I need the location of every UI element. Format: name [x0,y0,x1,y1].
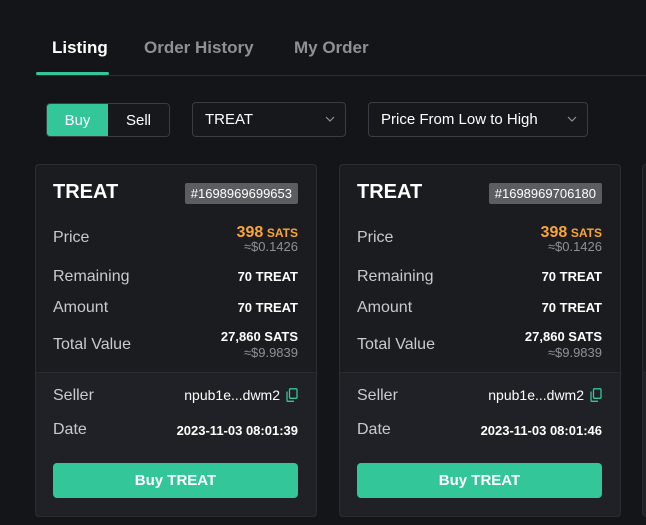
listing-card: TREAT #1698969699653 Price 398 SATS ≈$0.… [35,164,317,517]
side-toggle: Buy Sell [46,103,170,137]
token-name: TREAT [357,181,423,203]
total-value-usd: ≈$9.9839 [243,345,298,360]
total-value-sats: 27,860 SATS [524,329,602,344]
sort-select-value: Price From Low to High [381,111,538,128]
price-unit: SATS [570,226,602,240]
remaining-label: Remaining [357,268,434,285]
active-tab-underline [36,72,109,75]
buy-token-button[interactable]: Buy TREAT [53,463,298,498]
seller-address: npub1e...dwm2 [184,387,280,403]
amount-label: Amount [53,299,109,316]
date-value: 2023-11-03 08:01:39 [176,423,298,438]
remaining-value: 70 TREAT [541,269,602,284]
date-value: 2023-11-03 08:01:46 [480,423,602,438]
total-value-sats: 27,860 SATS [220,329,298,344]
tab-bar: Listing Order History My Order [36,0,646,76]
total-value-label: Total Value [53,336,131,353]
remaining-label: Remaining [53,268,130,285]
seller-address: npub1e...dwm2 [488,387,584,403]
inscription-id-badge: #1698969706180 [488,183,602,204]
tab-order-history[interactable]: Order History [144,38,254,58]
listing-card-details: TREAT #1698969706180 Price 398 SATS ≈$0.… [340,165,620,372]
price-label: Price [53,229,90,246]
seller-value: npub1e...dwm2 [184,387,298,403]
sort-select[interactable]: Price From Low to High [368,102,588,137]
seller-value: npub1e...dwm2 [488,387,602,403]
copy-icon[interactable] [286,388,298,402]
price-usd: ≈$0.1426 [243,239,298,254]
total-value-label: Total Value [357,336,435,353]
price-label: Price [357,229,394,246]
listing-card-partial [642,164,646,517]
sell-toggle-button[interactable]: Sell [108,104,169,136]
copy-icon[interactable] [590,388,602,402]
listing-card-details: TREAT #1698969699653 Price 398 SATS ≈$0.… [36,165,316,372]
market-page: Listing Order History My Order Buy Sell … [0,0,646,525]
date-label: Date [357,421,391,438]
amount-label: Amount [357,299,413,316]
chevron-down-icon [325,116,335,122]
amount-value: 70 TREAT [237,300,298,315]
inscription-id-badge: #1698969699653 [184,183,298,204]
token-select-value: TREAT [205,111,254,128]
remaining-value: 70 TREAT [237,269,298,284]
token-select[interactable]: TREAT [192,102,346,137]
amount-value: 70 TREAT [541,300,602,315]
listing-card: TREAT #1698969706180 Price 398 SATS ≈$0.… [339,164,621,517]
buy-token-button[interactable]: Buy TREAT [357,463,602,498]
total-value-usd: ≈$9.9839 [547,345,602,360]
chevron-down-icon [567,116,577,122]
price-unit: SATS [266,226,298,240]
token-name: TREAT [53,181,119,203]
buy-toggle-button[interactable]: Buy [47,104,108,136]
tab-my-order[interactable]: My Order [294,38,369,58]
date-label: Date [53,421,87,438]
tab-listing[interactable]: Listing [52,38,108,58]
seller-label: Seller [53,387,94,404]
seller-label: Seller [357,387,398,404]
price-usd: ≈$0.1426 [547,239,602,254]
